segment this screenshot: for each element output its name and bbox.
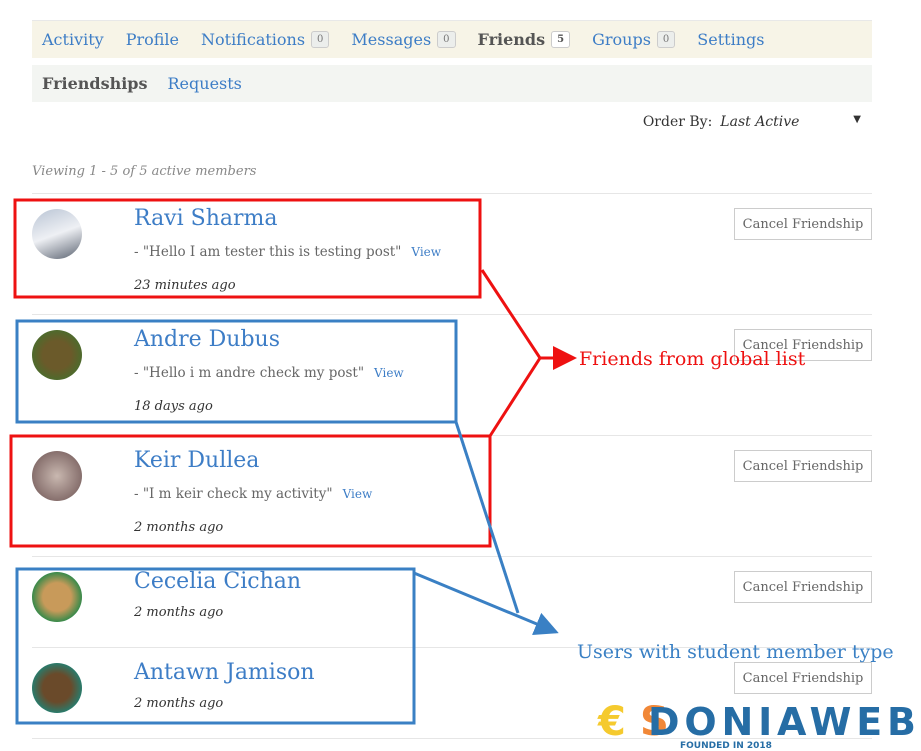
arrow — [413, 571, 559, 636]
watermark-logo: € S DONIAWEB FOUNDED IN 2018 — [597, 699, 916, 751]
highlight-box — [9, 434, 492, 548]
connector-line — [454, 421, 520, 614]
highlight-box — [15, 567, 416, 725]
annotation-global: Friends from global list — [579, 348, 806, 370]
svg-text:FOUNDED IN 2018: FOUNDED IN 2018 — [680, 741, 772, 751]
connector-line — [480, 269, 542, 437]
highlight-box — [15, 319, 458, 424]
svg-text:€: € — [597, 699, 626, 745]
annotation-student: Users with student member type — [577, 641, 894, 663]
highlight-box — [13, 198, 482, 299]
svg-text:DONIAWEB: DONIAWEB — [648, 700, 916, 744]
annotation-overlay: Friends from global list Users with stud… — [9, 198, 916, 751]
